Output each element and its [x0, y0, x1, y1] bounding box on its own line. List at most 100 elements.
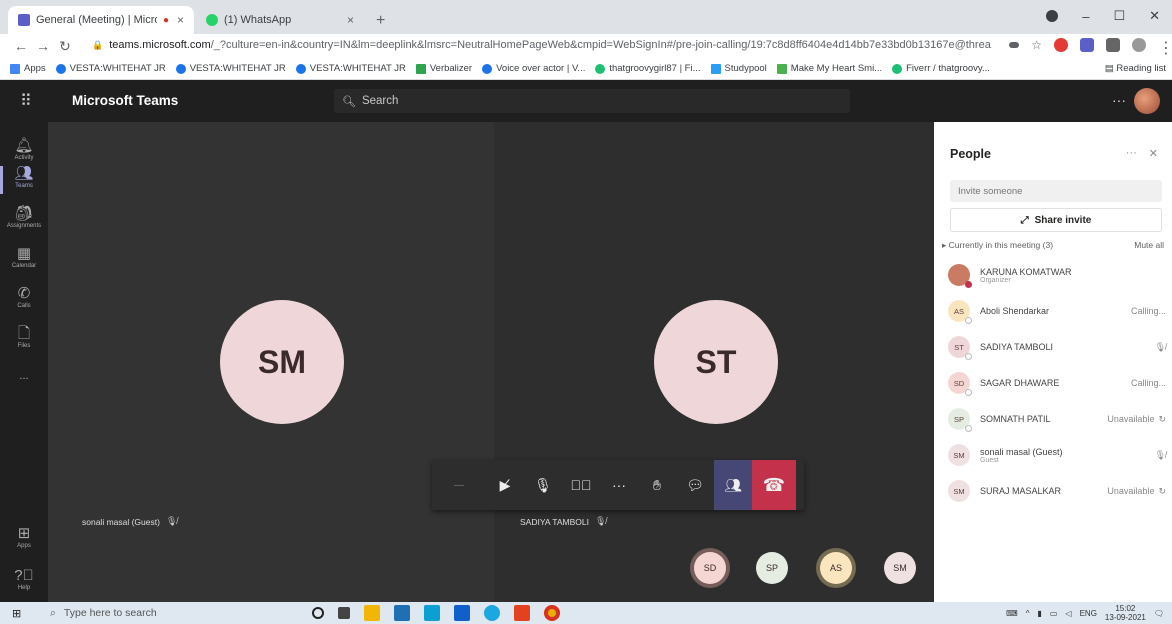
extension-icon[interactable] [1080, 38, 1094, 52]
edge-icon[interactable] [484, 605, 500, 621]
participants-button[interactable]: 👥︎ [714, 460, 752, 510]
chrome-icon[interactable] [544, 605, 560, 621]
cortana-icon[interactable] [312, 607, 324, 619]
close-tab-icon[interactable]: × [347, 13, 354, 27]
avatar: SM [948, 480, 970, 502]
participant-row[interactable]: AS Aboli Shendarkar Calling... [948, 298, 1166, 324]
rail-item-more[interactable]: ... [0, 370, 48, 382]
mini-avatar[interactable]: SD [694, 552, 726, 584]
participant-row[interactable]: SM sonali masal (Guest) Guest 🎙︎̸ [948, 442, 1166, 468]
browser-tab-teams[interactable]: General (Meeting) | Microso ● × [8, 6, 194, 34]
chat-button[interactable]: 💬︎ [676, 460, 714, 510]
bookmark-item[interactable]: Make My Heart Smi... [776, 63, 882, 74]
forward-icon[interactable]: → [32, 38, 54, 54]
volume-icon[interactable]: ◁ [1065, 609, 1071, 618]
bookmark-item[interactable]: Verbalizer [415, 63, 472, 74]
rail-item-help[interactable]: ?⃝ Help [0, 568, 48, 592]
keyboard-icon[interactable]: ⌨ [1006, 609, 1018, 618]
section-label[interactable]: ▸ Currently in this meeting (3) [942, 240, 1053, 251]
more-options-icon[interactable]: ··· [1112, 92, 1126, 108]
rail-item-assignments[interactable]: 🎒︎ Assignments [0, 206, 48, 230]
camera-indicator-icon[interactable] [1009, 42, 1020, 48]
bookmark-item[interactable]: Fiverr / thatgroovy... [892, 63, 990, 74]
new-tab-icon[interactable]: + [376, 12, 385, 30]
raise-hand-button[interactable]: ✋︎ [638, 460, 676, 510]
mini-avatar[interactable]: SM [884, 552, 916, 584]
mute-all-button[interactable]: Mute all [1134, 240, 1164, 251]
bookmark-item[interactable]: Studypool [710, 63, 767, 74]
participant-row[interactable]: KARUNA KOMATWAR Organizer [948, 262, 1166, 288]
os-taskbar: ⊞ ⌕ Type here to search ⌨ ^ ▮ ▭ ◁ ENG 15… [0, 602, 1172, 624]
rail-item-apps[interactable]: ⊞ Apps [0, 526, 48, 550]
rail-item-calendar[interactable]: ▦ Calendar [0, 246, 48, 270]
language-indicator[interactable]: ENG [1080, 609, 1097, 618]
more-actions-button[interactable]: ··· [600, 460, 638, 510]
panel-title: People [950, 147, 991, 161]
network-icon[interactable]: ▮ [1037, 609, 1041, 618]
chevron-up-icon[interactable]: ^ [1026, 609, 1030, 618]
rail-item-teams[interactable]: 👥︎ Teams [0, 166, 48, 194]
mic-button[interactable]: 🎙︎ [524, 460, 562, 510]
retry-icon[interactable]: ↻ [1158, 486, 1166, 497]
bookmark-item[interactable]: VESTA:WHITEHAT JR [175, 63, 286, 74]
clock[interactable]: 15:02 13-09-2021 [1105, 604, 1146, 622]
battery-icon[interactable]: ▭ [1050, 609, 1058, 618]
mini-avatar[interactable]: SP [756, 552, 788, 584]
rail-item-calls[interactable]: ✆ Calls [0, 286, 48, 310]
leave-call-button[interactable]: ☎︎ [752, 460, 796, 510]
extensions-puzzle-icon[interactable] [1106, 38, 1120, 52]
address-bar[interactable]: 🔒 teams.microsoft.com /_?culture=en-in&c… [92, 34, 992, 56]
participant-row[interactable]: SP SOMNATH PATIL Unavailable ↻ [948, 406, 1166, 432]
share-screen-button[interactable]: ⬆⃞ [562, 460, 600, 510]
hang-up-icon: ☎︎ [762, 474, 786, 495]
more-options-icon[interactable]: ··· [1126, 147, 1137, 160]
video-tile[interactable]: ST SADIYA TAMBOLI 🎙︎̸ [494, 122, 934, 602]
bookmark-item[interactable]: Voice over actor | V... [482, 63, 585, 74]
reload-icon[interactable]: ↻ [54, 38, 76, 55]
whatsapp-favicon-icon [206, 14, 218, 26]
close-window-icon[interactable]: ✕ [1149, 8, 1160, 24]
minimize-icon[interactable]: – [1082, 9, 1089, 24]
bookmark-apps[interactable]: Apps [10, 63, 46, 74]
bookmark-item[interactable]: VESTA:WHITEHAT JR [295, 63, 406, 74]
participant-name-label: SADIYA TAMBOLI 🎙︎̸ [520, 516, 607, 527]
close-icon[interactable]: ✕ [1149, 147, 1158, 160]
search-input[interactable]: 🔍︎ Search [334, 89, 850, 113]
participant-row[interactable]: ST SADIYA TAMBOLI 🎙︎̸ [948, 334, 1166, 360]
video-tile[interactable]: SM sonali masal (Guest) 🎙︎̸ [48, 122, 494, 602]
profile-avatar-icon[interactable] [1132, 38, 1146, 52]
close-tab-icon[interactable]: × [177, 13, 184, 27]
reading-list[interactable]: ▤ Reading list [1098, 63, 1166, 74]
back-icon[interactable]: ← [10, 38, 32, 54]
profile-icon[interactable] [1046, 10, 1059, 22]
taskbar-search[interactable]: ⌕ Type here to search [34, 602, 294, 624]
menu-icon[interactable]: ⋮ [1158, 38, 1172, 57]
store-icon[interactable] [394, 605, 410, 621]
task-view-icon[interactable] [338, 607, 350, 619]
camera-off-button[interactable]: ▶̸ [486, 460, 524, 510]
browser-tab-whatsapp[interactable]: (1) WhatsApp × [196, 6, 364, 34]
app-rail: 🔔︎ Activity 👥︎ Teams 🎒︎ Assignments ▦ Calend… [0, 122, 48, 602]
windows-start-icon[interactable]: ⊞ [12, 607, 21, 620]
share-invite-button[interactable]: ⤢ Share invite [950, 208, 1162, 232]
invite-input[interactable]: Invite someone [950, 180, 1162, 202]
mini-avatar[interactable]: AS [820, 552, 852, 584]
maximize-icon[interactable]: ☐ [1113, 8, 1125, 24]
extension-icon[interactable] [1054, 38, 1068, 52]
retry-icon[interactable]: ↻ [1158, 414, 1166, 425]
app-icon[interactable] [424, 605, 440, 621]
bookmark-favicon-icon [595, 63, 606, 74]
outlook-icon[interactable] [454, 605, 470, 621]
app-launcher-icon[interactable]: ⠿ [20, 91, 38, 110]
rail-item-activity[interactable]: 🔔︎ Activity [0, 138, 48, 162]
participant-row[interactable]: SD SAGAR DHAWARE Calling... [948, 370, 1166, 396]
file-explorer-icon[interactable] [364, 605, 380, 621]
participant-row[interactable]: SM SURAJ MASALKAR Unavailable ↻ [948, 478, 1166, 504]
office-icon[interactable] [514, 605, 530, 621]
rail-item-files[interactable]: 🗋︎ Files [0, 326, 48, 350]
star-icon[interactable]: ☆ [1031, 38, 1042, 52]
bookmark-item[interactable]: thatgroovygirl87 | Fi... [595, 63, 701, 74]
bookmark-item[interactable]: VESTA:WHITEHAT JR [55, 63, 166, 74]
notifications-icon[interactable]: 🗨︎ [1154, 609, 1164, 618]
user-avatar[interactable] [1134, 88, 1160, 114]
